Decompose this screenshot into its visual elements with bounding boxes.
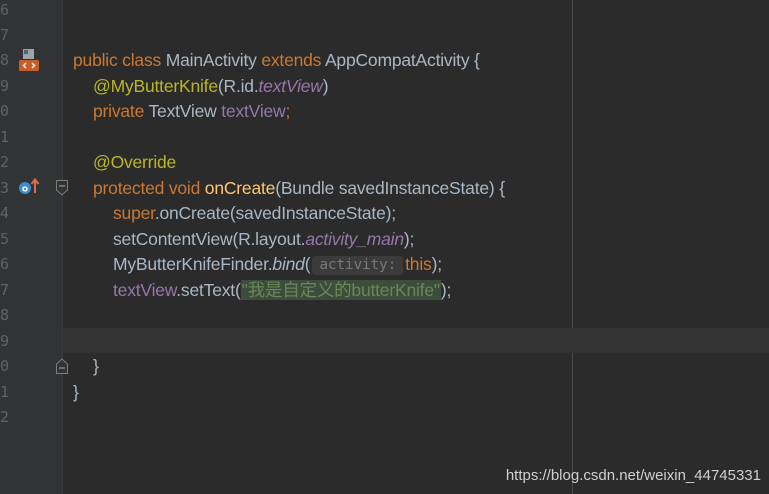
- code-line-class-close[interactable]: }: [73, 380, 79, 405]
- code-line-bind-call[interactable]: MyButterKnifeFinder.bind(activity: this);: [113, 252, 442, 277]
- code-line-set-content-view[interactable]: setContentView(R.layout.activity_main);: [113, 227, 414, 252]
- gutter-separator: [62, 0, 63, 494]
- fold-collapse-icon[interactable]: [55, 180, 69, 196]
- code-text: setContentView(R.layout.: [113, 229, 306, 249]
- code-text: );: [403, 229, 415, 249]
- code-text: .setText(: [176, 280, 241, 300]
- line-number: 5: [0, 230, 8, 248]
- line-number: 8: [0, 306, 8, 324]
- code-text: .onCreate(savedInstanceState);: [154, 203, 396, 223]
- annotation: @Override: [93, 152, 177, 172]
- field-reference: textView: [258, 76, 323, 96]
- keyword: public class: [73, 50, 166, 70]
- closing-brace: }: [93, 356, 99, 376]
- line-number: 7: [0, 281, 8, 299]
- type-name: TextView: [148, 101, 222, 121]
- code-line-annotation[interactable]: @MyButterKnife(R.id.textView): [93, 74, 329, 99]
- svg-text:o: o: [22, 185, 28, 195]
- line-number: 9: [0, 77, 8, 95]
- current-line-highlight: [63, 328, 769, 353]
- line-number: 9: [0, 332, 8, 350]
- code-line-super-call[interactable]: super.onCreate(savedInstanceState);: [113, 201, 396, 226]
- keyword: protected void: [93, 178, 205, 198]
- line-number: 4: [0, 204, 8, 222]
- android-layout-icon[interactable]: [16, 47, 42, 73]
- line-number: 1: [0, 383, 8, 401]
- keyword: super: [113, 203, 155, 223]
- semicolon: ;: [285, 101, 291, 121]
- keyword: private: [93, 101, 149, 121]
- watermark-url: https://blog.csdn.net/weixin_44745331: [505, 467, 761, 484]
- line-number: 3: [0, 179, 8, 197]
- line-number: 2: [0, 408, 8, 426]
- editor-gutter: [0, 0, 62, 494]
- code-line-set-text[interactable]: textView.setText("我是自定义的butterKnife");: [113, 278, 451, 303]
- code-line-class-declaration[interactable]: public class MainActivity extends AppCom…: [73, 48, 480, 73]
- line-number: 1: [0, 128, 8, 146]
- code-line-method-declaration[interactable]: protected void onCreate(Bundle savedInst…: [93, 176, 505, 201]
- field-name: textView: [221, 101, 286, 121]
- code-text: );: [431, 254, 443, 274]
- line-number: 7: [0, 26, 8, 44]
- string-literal: "我是自定义的butterKnife": [240, 280, 441, 300]
- line-number: 6: [0, 1, 8, 19]
- keyword: this: [405, 254, 432, 274]
- code-text: (R.id.: [217, 76, 259, 96]
- parent-class: AppCompatActivity {: [324, 50, 480, 70]
- code-line-override[interactable]: @Override: [93, 150, 176, 175]
- line-number: 0: [0, 357, 8, 375]
- line-number: 2: [0, 153, 8, 171]
- class-name: MyButterKnifeFinder.: [113, 254, 273, 274]
- field-name: textView: [113, 280, 177, 300]
- line-number: 8: [0, 51, 8, 69]
- closing-brace: }: [73, 382, 79, 402]
- keyword: extends: [261, 50, 325, 70]
- code-text: );: [440, 280, 452, 300]
- right-margin-guide: [572, 0, 573, 494]
- static-method: bind: [272, 254, 305, 274]
- override-method-icon[interactable]: o: [17, 176, 41, 198]
- annotation: @MyButterKnife: [93, 76, 218, 96]
- parameter-hint: activity:: [312, 256, 404, 275]
- class-name: MainActivity: [165, 50, 262, 70]
- code-line-field-declaration[interactable]: private TextView textView;: [93, 99, 290, 124]
- code-text: ): [322, 76, 329, 96]
- method-name: onCreate: [204, 178, 276, 198]
- field-reference: activity_main: [305, 229, 404, 249]
- code-text: (: [304, 254, 311, 274]
- line-number: 6: [0, 255, 8, 273]
- parameters: (Bundle savedInstanceState) {: [275, 178, 505, 198]
- line-number: 0: [0, 102, 8, 120]
- fold-end-icon[interactable]: [55, 358, 69, 374]
- code-line-method-close[interactable]: }: [93, 354, 99, 379]
